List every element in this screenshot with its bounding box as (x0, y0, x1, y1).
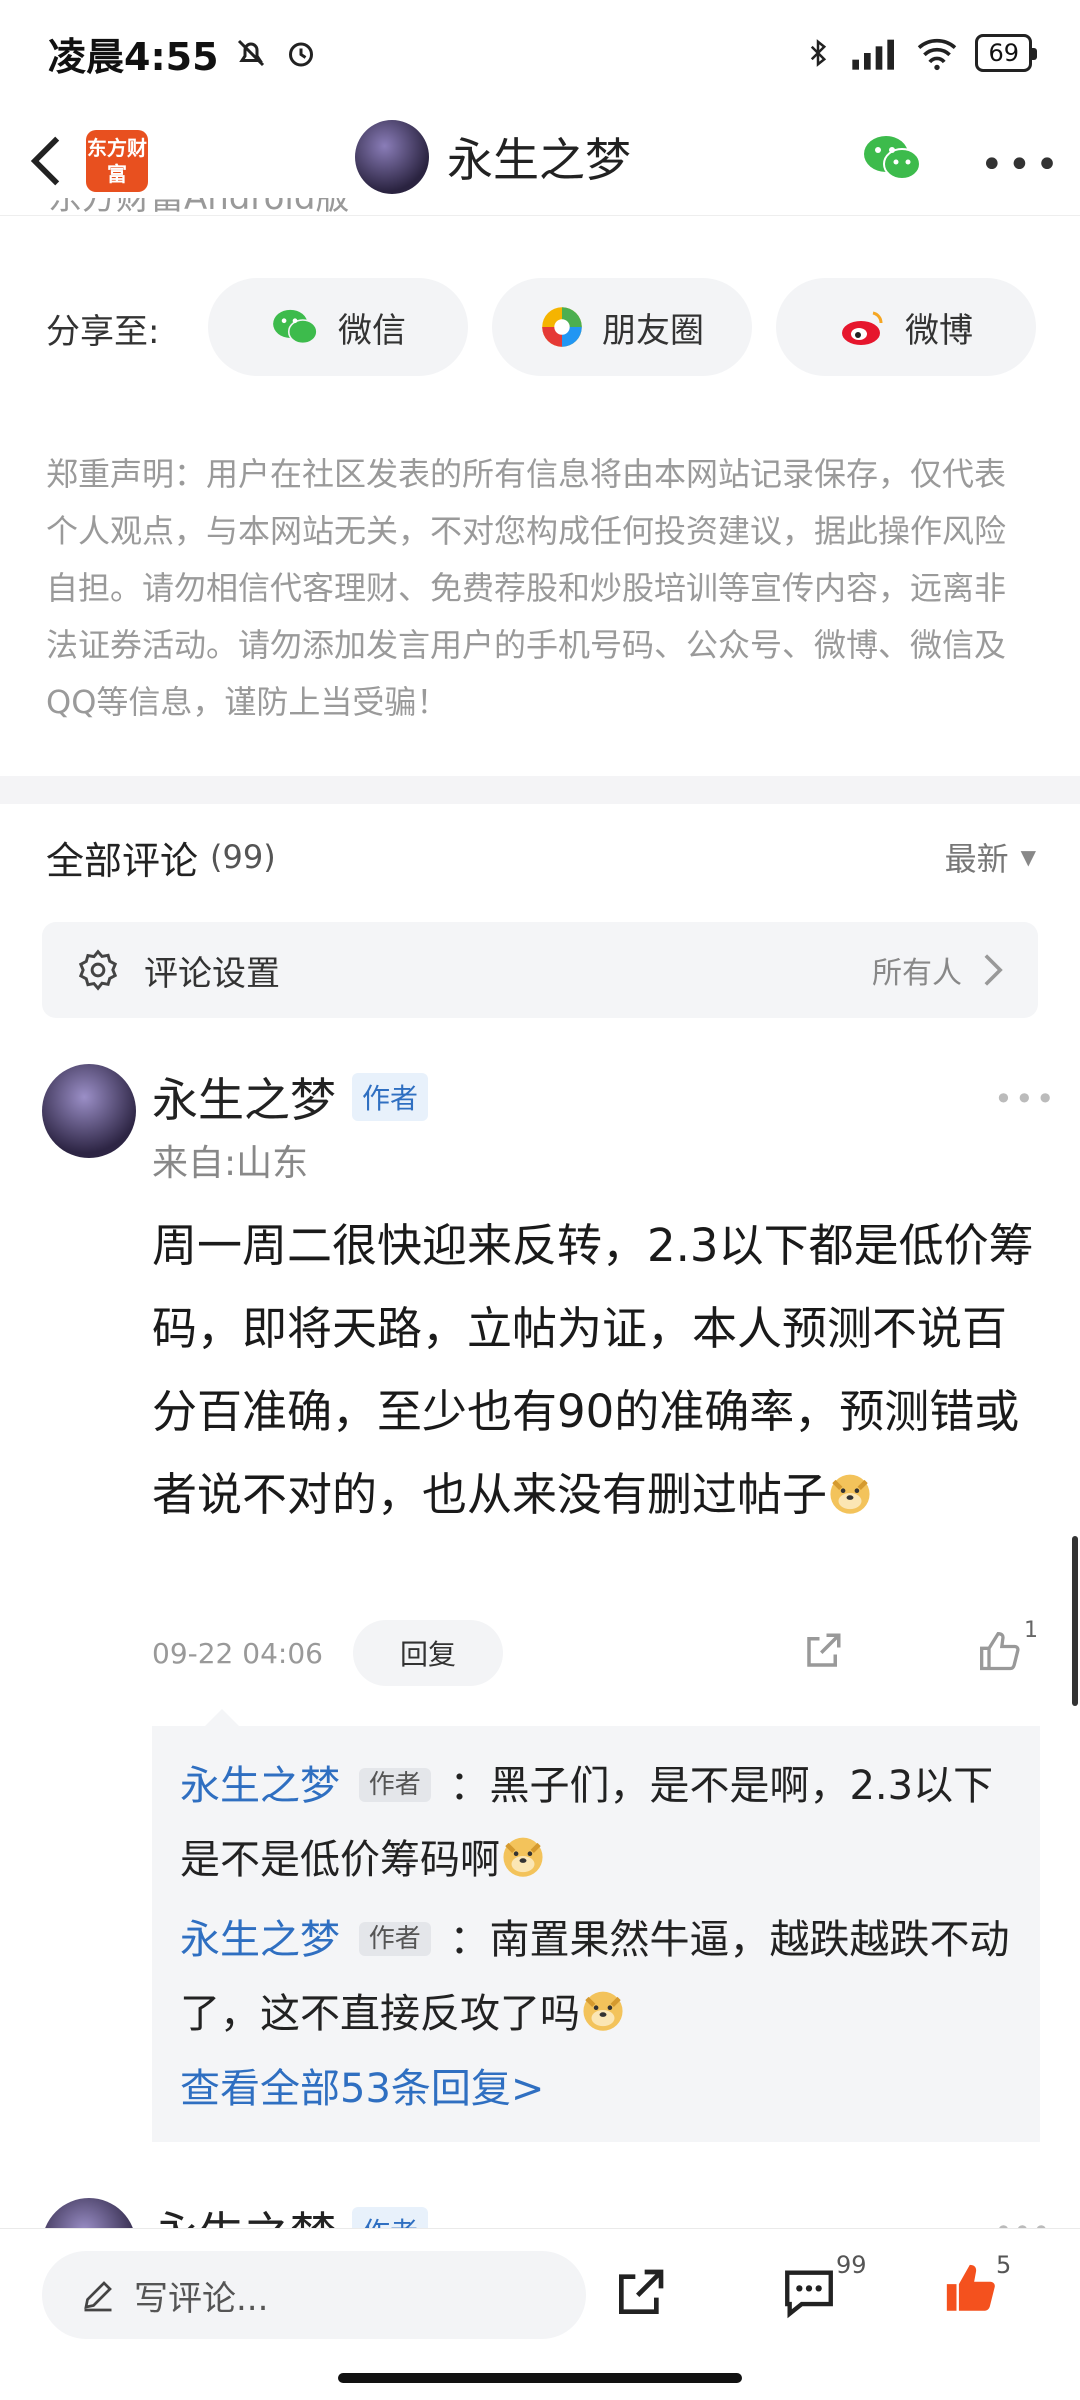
reply-author[interactable]: 永生之梦 (180, 1917, 340, 1963)
back-arrow-icon (30, 136, 60, 185)
comments-count: (99) (210, 838, 276, 876)
comment-location: 来自:山东 (152, 1143, 309, 1184)
replies-box: 永生之梦 作者 ：黑子们，是不是啊，2.3以下是不是低价筹码啊 永生之梦 作者 … (152, 1726, 1040, 2142)
sort-dropdown[interactable]: 最新 ▼ (945, 834, 1036, 880)
more-options-icon[interactable]: ••• (980, 142, 1063, 188)
pencil-icon (84, 2281, 112, 2312)
comment-body: 周一周二很快迎来反转，2.3以下都是低价筹码，即将天路，立帖为证，本人预测不说百… (152, 1204, 1042, 1536)
disclaimer-text: 郑重声明：用户在社区发表的所有信息将由本网站记录保存，仅代表个人观点，与本网站无… (46, 455, 1007, 721)
home-indicator[interactable] (338, 2373, 742, 2383)
avatar[interactable] (355, 120, 429, 194)
page-title: 永生之梦 (447, 133, 631, 187)
caret-down-icon: ▼ (1020, 845, 1036, 869)
header-profile[interactable]: 永生之梦 (355, 120, 631, 194)
like-count-badge: 5 (996, 2251, 1012, 2279)
thumbs-up-icon[interactable] (942, 2259, 1000, 2319)
author-badge: 作者 (358, 1768, 431, 1802)
share-row: 分享至: 微信 朋友圈 微博 (0, 278, 1080, 378)
write-comment-input[interactable]: 写评论... (42, 2251, 586, 2339)
gear-icon (78, 949, 118, 991)
view-all-replies-link[interactable]: 查看全部53条回复> (180, 2056, 544, 2114)
battery-indicator: 69 (975, 34, 1037, 72)
bluetooth-icon (811, 39, 827, 67)
share-weibo-button[interactable]: 微博 (776, 278, 1036, 376)
share-icon[interactable] (802, 1630, 844, 1672)
weibo-icon (842, 311, 883, 345)
doge-emoji-icon (503, 1837, 543, 1877)
status-right: 69 (803, 34, 1037, 72)
comments-title: 全部评论 (46, 838, 199, 883)
share-wechat-button[interactable]: 微信 (208, 278, 468, 376)
wechat-icon (273, 309, 318, 345)
comments-header: 全部评论 (99) 最新 ▼ (46, 822, 1036, 892)
share-icon[interactable] (612, 2265, 668, 2321)
chevron-right-icon (984, 954, 1003, 986)
comment-count-badge: 99 (836, 2251, 867, 2279)
avatar[interactable] (42, 1064, 136, 1158)
author-badge: 作者 (352, 1073, 429, 1121)
wechat-icon[interactable] (860, 130, 924, 186)
author-badge: 作者 (358, 1922, 431, 1956)
source-text: 东方财富Android版 (48, 198, 350, 218)
comment-more-icon[interactable]: ••• (994, 1080, 1057, 1118)
moments-aperture-icon (542, 307, 582, 347)
scrollbar[interactable] (1072, 1536, 1078, 1706)
status-bar: 凌晨4:55 69 (0, 0, 1080, 106)
cellular-signal-icon (852, 39, 895, 70)
share-label: 分享至: (46, 311, 160, 352)
share-wechat-label: 微信 (338, 310, 406, 351)
comment-text: 周一周二很快迎来反转，2.3以下都是低价筹码，即将天路，立帖为证，本人预测不说百… (152, 1219, 1034, 1521)
wifi-icon (918, 38, 957, 71)
doge-emoji-icon (830, 1474, 870, 1514)
status-time: 凌晨4:55 (48, 34, 219, 79)
comment-time: 09-22 04:06 (152, 1636, 323, 1670)
bottom-bar: 写评论... 99 5 (0, 2228, 1080, 2400)
share-moments-button[interactable]: 朋友圈 (492, 278, 752, 376)
write-comment-placeholder: 写评论... (134, 2278, 269, 2319)
mute-bell-icon (237, 39, 264, 67)
reply-author[interactable]: 永生之梦 (180, 1763, 340, 1809)
settings-value: 所有人 (872, 956, 962, 991)
author-name: 永生之梦 (152, 1073, 336, 1127)
comment-meta: 09-22 04:06 回复 1 (152, 1618, 1042, 1688)
author-badge: 作者 (352, 2207, 429, 2230)
thumbs-up-icon[interactable] (978, 1630, 1022, 1674)
comment-author[interactable]: 永生之梦 作者 (152, 2198, 429, 2230)
avatar[interactable] (42, 2198, 136, 2230)
comment-icon[interactable] (780, 2263, 838, 2321)
reply-item[interactable]: 永生之梦 作者 ：黑子们，是不是啊，2.3以下是不是低价筹码啊 (180, 1748, 1010, 1897)
doge-emoji-icon (583, 1991, 623, 2031)
reply-item[interactable]: 永生之梦 作者 ：南置果然牛逼，越跌越跌不动了，这不直接反攻了吗 (180, 1902, 1010, 2051)
sort-label: 最新 (944, 840, 1009, 878)
status-left: 凌晨4:55 (48, 26, 319, 81)
share-moments-label: 朋友圈 (602, 310, 704, 351)
reply-button[interactable]: 回复 (352, 1620, 503, 1686)
author-name: 永生之梦 (152, 2198, 336, 2230)
app-logo[interactable]: 东方财富 (86, 129, 148, 192)
comment-settings-row[interactable]: 评论设置 所有人 (42, 922, 1038, 1018)
like-count: 1 (1024, 1618, 1038, 1643)
settings-label: 评论设置 (144, 953, 280, 994)
alarm-icon (288, 42, 313, 67)
next-comment-peek: 永生之梦 作者 ••• (0, 2194, 1080, 2230)
share-weibo-label: 微博 (905, 310, 973, 351)
comment-author[interactable]: 永生之梦 作者 (152, 1064, 429, 1130)
section-divider (0, 776, 1080, 804)
